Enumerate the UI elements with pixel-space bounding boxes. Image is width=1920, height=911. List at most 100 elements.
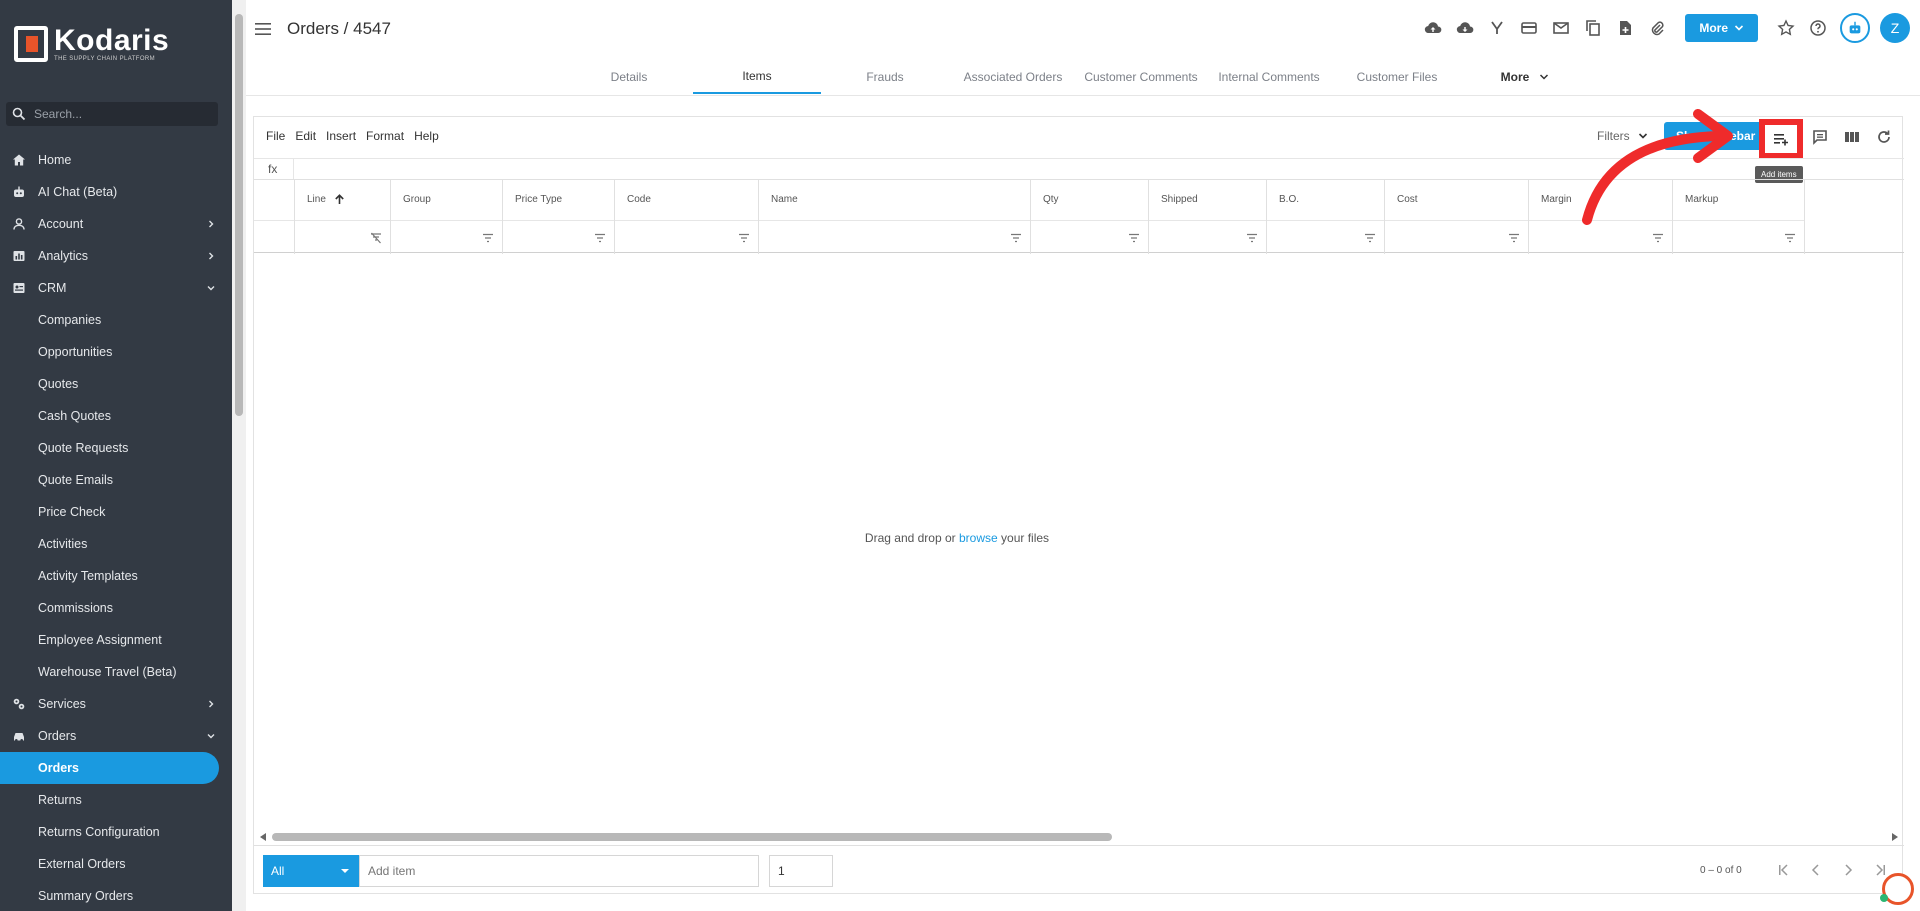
refresh-icon[interactable]: [1875, 128, 1893, 146]
column-filter-cell[interactable]: [1267, 220, 1384, 254]
filter-icon[interactable]: [1246, 232, 1258, 244]
chat-widget-button[interactable]: [1880, 873, 1914, 905]
horizontal-scroll-thumb[interactable]: [272, 833, 1112, 841]
column-header[interactable]: Qty: [1043, 194, 1059, 205]
column-cost[interactable]: Cost: [1384, 180, 1528, 254]
sidebar-item-activity-templates-sub[interactable]: Activity Templates: [0, 560, 232, 592]
sort-ascending-icon[interactable]: [334, 194, 345, 205]
star-icon[interactable]: [1777, 19, 1795, 37]
column-header[interactable]: Margin: [1541, 194, 1572, 205]
tab-customer-comments[interactable]: Customer Comments: [1077, 60, 1205, 94]
menu-file[interactable]: File: [266, 129, 285, 143]
column-header[interactable]: Price Type: [515, 194, 562, 205]
tab-associated-orders[interactable]: Associated Orders: [949, 60, 1077, 94]
sidebar-item-cash-quotes-sub[interactable]: Cash Quotes: [0, 400, 232, 432]
menu-insert[interactable]: Insert: [326, 129, 356, 143]
columns-icon[interactable]: [1843, 128, 1861, 146]
sidebar-item-orders[interactable]: Orders: [0, 720, 232, 752]
column-name[interactable]: Name: [758, 180, 1030, 254]
column-filter-cell[interactable]: [1031, 220, 1148, 254]
search-input[interactable]: [34, 107, 204, 121]
filter-icon[interactable]: [1652, 232, 1664, 244]
column-filter-cell[interactable]: [615, 220, 758, 254]
browse-link[interactable]: browse: [959, 531, 998, 545]
sidebar-item-orders-sub[interactable]: Orders: [0, 752, 219, 784]
tab-details[interactable]: Details: [565, 60, 693, 94]
column-filter-cell[interactable]: [1385, 220, 1528, 254]
sidebar-item-ai-chat-beta[interactable]: AI Chat (Beta): [0, 176, 232, 208]
menu-help[interactable]: Help: [414, 129, 439, 143]
next-page-icon[interactable]: [1840, 862, 1856, 878]
sidebar-item-quotes-sub[interactable]: Quotes: [0, 368, 232, 400]
sidebar-item-opportunities-sub[interactable]: Opportunities: [0, 336, 232, 368]
mail-icon[interactable]: [1552, 19, 1570, 37]
last-page-icon[interactable]: [1872, 862, 1888, 878]
filter-icon[interactable]: [594, 232, 606, 244]
sidebar-item-quote-emails-sub[interactable]: Quote Emails: [0, 464, 232, 496]
sidebar-item-summary-orders-sub[interactable]: Summary Orders: [0, 880, 232, 911]
sidebar-item-external-orders-sub[interactable]: External Orders: [0, 848, 232, 880]
credit-card-icon[interactable]: [1520, 19, 1538, 37]
quantity-input[interactable]: [769, 855, 833, 887]
item-scope-select[interactable]: All: [263, 855, 359, 887]
filter-icon[interactable]: [1508, 232, 1520, 244]
scroll-left-icon[interactable]: [260, 833, 266, 841]
filter-icon[interactable]: [1010, 232, 1022, 244]
column-qty[interactable]: Qty: [1030, 180, 1148, 254]
horizontal-scrollbar[interactable]: [260, 831, 1898, 843]
filter-icon[interactable]: [1128, 232, 1140, 244]
logo[interactable]: Kodaris THE SUPPLY CHAIN PLATFORM: [14, 26, 169, 62]
column-price-type[interactable]: Price Type: [502, 180, 614, 254]
sidebar-item-employee-assignment-sub[interactable]: Employee Assignment: [0, 624, 232, 656]
tab-internal-comments[interactable]: Internal Comments: [1205, 60, 1333, 94]
hamburger-menu-icon[interactable]: [254, 20, 272, 38]
tab-customer-files[interactable]: Customer Files: [1333, 60, 1461, 94]
tab-frauds[interactable]: Frauds: [821, 60, 949, 94]
sidebar-item-account[interactable]: Account: [0, 208, 232, 240]
first-page-icon[interactable]: [1776, 862, 1792, 878]
tab-items[interactable]: Items: [693, 60, 821, 94]
sidebar-item-price-check-sub[interactable]: Price Check: [0, 496, 232, 528]
sidebar-search[interactable]: [6, 102, 218, 126]
column-header[interactable]: Cost: [1397, 194, 1418, 205]
add-item-input[interactable]: [359, 855, 759, 887]
filter-icon[interactable]: [1784, 232, 1796, 244]
sidebar-item-warehouse-travel-beta-sub[interactable]: Warehouse Travel (Beta): [0, 656, 232, 688]
more-actions-button[interactable]: More: [1685, 14, 1758, 42]
comment-icon[interactable]: [1811, 128, 1829, 146]
menu-edit[interactable]: Edit: [295, 129, 316, 143]
paperclip-icon[interactable]: [1648, 19, 1666, 37]
copy-icon[interactable]: [1584, 19, 1602, 37]
column-line[interactable]: Line: [294, 180, 390, 254]
drop-zone[interactable]: Drag and drop or browse your files: [254, 531, 1660, 545]
sidebar-item-commissions-sub[interactable]: Commissions: [0, 592, 232, 624]
add-document-icon[interactable]: [1616, 19, 1634, 37]
cloud-download-icon[interactable]: [1456, 19, 1474, 37]
menu-format[interactable]: Format: [366, 129, 404, 143]
filter-icon[interactable]: [482, 232, 494, 244]
sidebar-scrollbar[interactable]: [232, 0, 246, 911]
column-code[interactable]: Code: [614, 180, 758, 254]
filter-off-icon[interactable]: [370, 232, 382, 244]
filter-icon[interactable]: [1364, 232, 1376, 244]
help-icon[interactable]: [1809, 19, 1827, 37]
merge-icon[interactable]: [1488, 19, 1506, 37]
sidebar-item-quote-requests-sub[interactable]: Quote Requests: [0, 432, 232, 464]
user-avatar[interactable]: Z: [1880, 13, 1910, 43]
column-header[interactable]: B.O.: [1279, 194, 1299, 205]
column-header[interactable]: Shipped: [1161, 194, 1198, 205]
add-items-button[interactable]: [1759, 119, 1803, 159]
sidebar-item-analytics[interactable]: Analytics: [0, 240, 232, 272]
scroll-right-icon[interactable]: [1892, 833, 1898, 841]
column-header[interactable]: Line: [307, 194, 345, 205]
column-shipped[interactable]: Shipped: [1148, 180, 1266, 254]
column-filter-cell[interactable]: [1149, 220, 1266, 254]
ai-assistant-button[interactable]: [1840, 13, 1870, 43]
sidebar-item-crm[interactable]: CRM: [0, 272, 232, 304]
column-header[interactable]: Code: [627, 194, 651, 205]
column-filter-cell[interactable]: [295, 220, 390, 254]
column-group[interactable]: Group: [390, 180, 502, 254]
column-header[interactable]: Name: [771, 194, 798, 205]
sidebar-item-returns-configuration-sub[interactable]: Returns Configuration: [0, 816, 232, 848]
column-filter-cell[interactable]: [391, 220, 502, 254]
